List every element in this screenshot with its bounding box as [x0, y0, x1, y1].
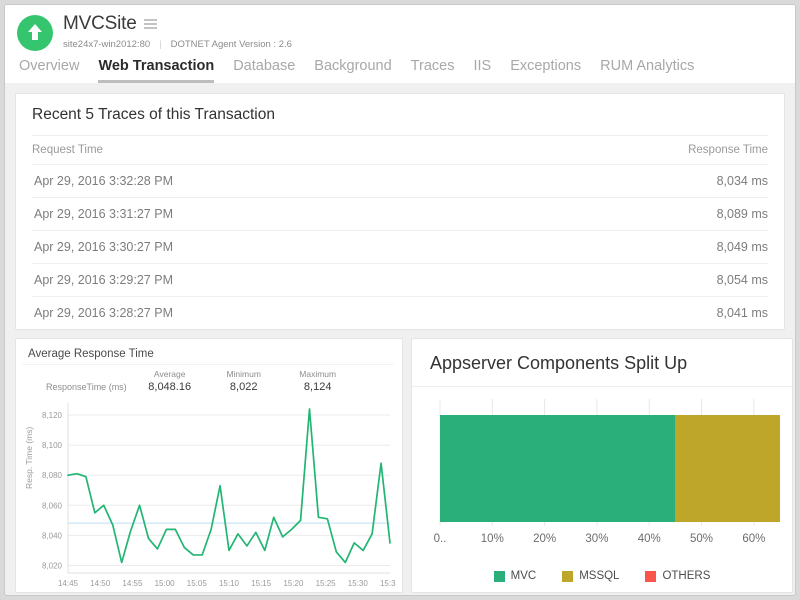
brand-row: MVCSite site24x7-win2012:80 | DOTNET Age…: [5, 13, 795, 51]
body-area: Recent 5 Traces of this Transaction Requ…: [5, 83, 795, 596]
legend-label: MSSQL: [579, 570, 619, 582]
tab-background[interactable]: Background: [314, 58, 391, 83]
table-row[interactable]: Apr 29, 2016 3:28:27 PM8,041 ms: [32, 297, 768, 330]
tab-iis[interactable]: IIS: [473, 58, 491, 83]
cell-response-time: 8,089 ms: [502, 198, 768, 231]
svg-text:10%: 10%: [481, 533, 504, 545]
stat-minimum: Minimum 8,022: [207, 369, 281, 393]
response-time-stats: ResponseTime (ms) Average 8,048.16 Minim…: [22, 364, 394, 393]
svg-text:50%: 50%: [690, 533, 713, 545]
host-name: site24x7-win2012:80: [63, 39, 150, 50]
appserver-components-panel: Appserver Components Split Up 0.. 10% 20% 3…: [411, 338, 793, 593]
svg-text:8,040: 8,040: [42, 531, 63, 540]
svg-text:30%: 30%: [585, 533, 608, 545]
upload-arrow-icon: [17, 15, 53, 51]
components-legend: MVC MSSQL OTHERS: [412, 570, 792, 582]
line-chart-y-axis-label: Resp. Time (ms): [24, 427, 34, 489]
cell-request-time: Apr 29, 2016 3:28:27 PM: [32, 297, 502, 330]
tab-web-transaction[interactable]: Web Transaction: [98, 58, 214, 83]
svg-text:15:15: 15:15: [251, 579, 272, 588]
cell-response-time: 8,034 ms: [502, 165, 768, 198]
average-response-time-panel: Average Response Time ResponseTime (ms) …: [15, 338, 403, 593]
column-header-request-time: Request Time: [32, 136, 502, 165]
app-header: MVCSite site24x7-win2012:80 | DOTNET Age…: [5, 5, 795, 83]
stat-average: Average 8,048.16: [133, 369, 207, 393]
svg-text:15:20: 15:20: [283, 579, 304, 588]
tab-overview[interactable]: Overview: [19, 58, 79, 83]
tab-database[interactable]: Database: [233, 58, 295, 83]
components-bar-chart-svg: 0.. 10% 20% 30% 40% 50% 60%: [412, 387, 792, 552]
svg-text:8,100: 8,100: [42, 441, 63, 450]
svg-text:15:05: 15:05: [187, 579, 208, 588]
cell-response-time: 8,054 ms: [502, 264, 768, 297]
stat-average-value: 8,048.16: [133, 381, 207, 393]
tab-traces[interactable]: Traces: [411, 58, 455, 83]
host-info: site24x7-win2012:80 | DOTNET Agent Versi…: [63, 39, 292, 50]
cell-request-time: Apr 29, 2016 3:30:27 PM: [32, 231, 502, 264]
svg-text:14:45: 14:45: [58, 579, 79, 588]
cell-request-time: Apr 29, 2016 3:29:27 PM: [32, 264, 502, 297]
legend-item-others[interactable]: OTHERS: [645, 570, 710, 582]
info-separator: |: [159, 39, 161, 50]
table-row[interactable]: Apr 29, 2016 3:30:27 PM8,049 ms: [32, 231, 768, 264]
legend-swatch-icon: [494, 571, 505, 582]
series-label: ResponseTime (ms): [46, 382, 127, 393]
average-response-time-title: Average Response Time: [22, 345, 394, 364]
lower-panels: Average Response Time ResponseTime (ms) …: [15, 338, 785, 593]
svg-text:15:30: 15:30: [348, 579, 369, 588]
svg-text:20%: 20%: [533, 533, 556, 545]
main-tabs: Overview Web Transaction Database Backgroun…: [5, 52, 795, 83]
agent-version: DOTNET Agent Version : 2.6: [171, 39, 292, 50]
legend-label: MVC: [511, 570, 537, 582]
stat-average-label: Average: [133, 369, 207, 379]
stat-minimum-value: 8,022: [207, 381, 281, 393]
cell-request-time: Apr 29, 2016 3:31:27 PM: [32, 198, 502, 231]
svg-text:15:35: 15:35: [380, 579, 396, 588]
stat-maximum-value: 8,124: [281, 381, 355, 393]
legend-swatch-icon: [562, 571, 573, 582]
recent-traces-card: Recent 5 Traces of this Transaction Requ…: [15, 93, 785, 330]
cell-request-time: Apr 29, 2016 3:32:28 PM: [32, 165, 502, 198]
table-row[interactable]: Apr 29, 2016 3:31:27 PM8,089 ms: [32, 198, 768, 231]
table-row[interactable]: Apr 29, 2016 3:32:28 PM8,034 ms: [32, 165, 768, 198]
table-header-row: Request Time Response Time: [32, 136, 768, 165]
column-header-response-time: Response Time: [502, 136, 768, 165]
legend-item-mssql[interactable]: MSSQL: [562, 570, 619, 582]
svg-text:60%: 60%: [742, 533, 765, 545]
svg-text:15:00: 15:00: [155, 579, 176, 588]
svg-text:15:25: 15:25: [316, 579, 337, 588]
hamburger-menu-icon[interactable]: [144, 17, 157, 31]
svg-text:14:55: 14:55: [122, 579, 143, 588]
app-window: MVCSite site24x7-win2012:80 | DOTNET Age…: [4, 4, 796, 596]
stat-maximum-label: Maximum: [281, 369, 355, 379]
cell-response-time: 8,049 ms: [502, 231, 768, 264]
page-title: MVCSite: [63, 13, 137, 35]
svg-text:8,020: 8,020: [42, 561, 63, 570]
svg-text:40%: 40%: [638, 533, 661, 545]
tab-rum-analytics[interactable]: RUM Analytics: [600, 58, 694, 83]
legend-item-mvc[interactable]: MVC: [494, 570, 537, 582]
svg-text:0..: 0..: [434, 533, 447, 545]
svg-text:8,060: 8,060: [42, 501, 63, 510]
svg-text:15:10: 15:10: [219, 579, 240, 588]
line-chart-svg: 8,020 8,040 8,060 8,080 8,100 8,120 14:45 14:50…: [22, 397, 396, 595]
svg-text:8,120: 8,120: [42, 411, 63, 420]
stat-maximum: Maximum 8,124: [281, 369, 355, 393]
app-title-row: MVCSite: [63, 13, 292, 35]
recent-traces-title: Recent 5 Traces of this Transaction: [32, 94, 768, 135]
cell-response-time: 8,041 ms: [502, 297, 768, 330]
stat-minimum-label: Minimum: [207, 369, 281, 379]
line-chart: Resp. Time (ms) 8,020 8,040 8,060 8,080 8,10…: [22, 397, 394, 596]
svg-text:14:50: 14:50: [90, 579, 111, 588]
svg-text:8,080: 8,080: [42, 471, 63, 480]
brand-text: MVCSite site24x7-win2012:80 | DOTNET Age…: [63, 13, 292, 50]
table-row[interactable]: Apr 29, 2016 3:29:27 PM8,054 ms: [32, 264, 768, 297]
legend-label: OTHERS: [662, 570, 710, 582]
tab-exceptions[interactable]: Exceptions: [510, 58, 581, 83]
appserver-components-title: Appserver Components Split Up: [412, 339, 792, 387]
legend-swatch-icon: [645, 571, 656, 582]
recent-traces-table: Request Time Response Time Apr 29, 2016 …: [32, 135, 768, 329]
